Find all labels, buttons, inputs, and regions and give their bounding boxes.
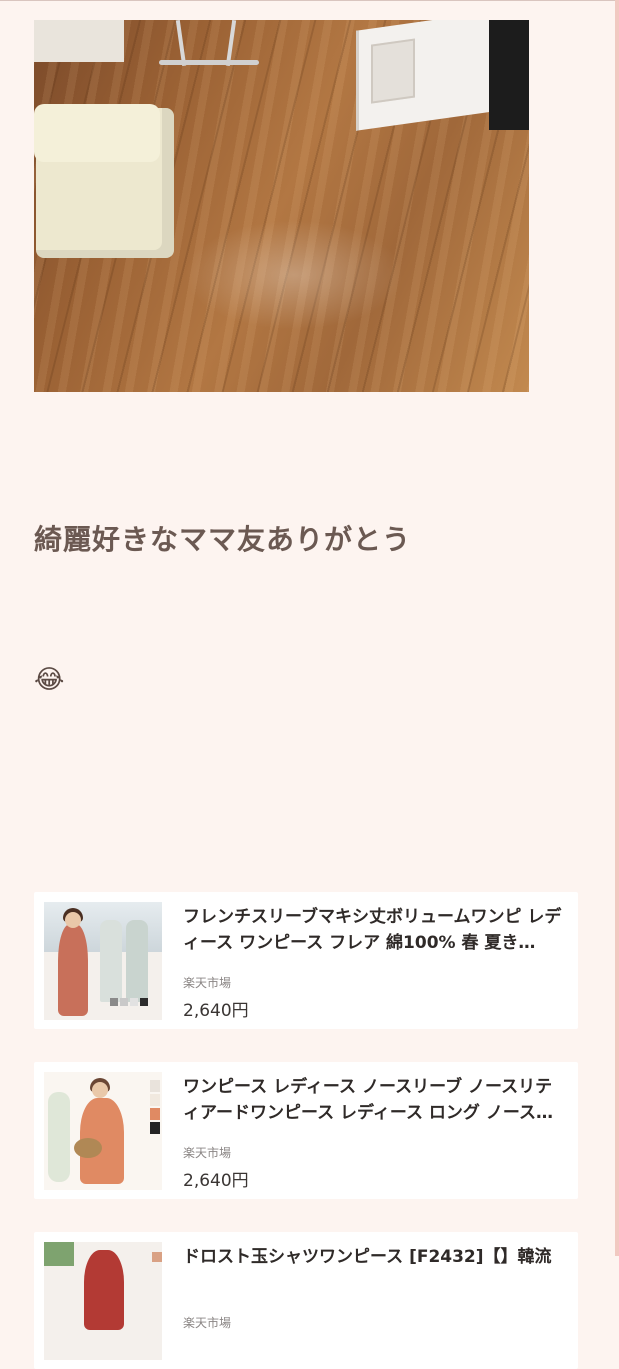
white-shelf: [356, 20, 509, 131]
dark-furniture: [489, 20, 529, 130]
drying-rack: [159, 20, 259, 68]
laughing-emoji-icon: 😂: [34, 665, 65, 695]
top-divider: [0, 0, 619, 1]
floor-photo[interactable]: [34, 20, 529, 392]
product-card[interactable]: ドロスト玉シャツワンピース [F2432]【】韓流 楽天市場: [34, 1232, 578, 1369]
storage-stool: [34, 104, 174, 258]
model-in-dress: [84, 1250, 124, 1330]
floor-shine: [184, 220, 404, 330]
product-title[interactable]: フレンチスリーブマキシ丈ボリュームワンピ レディース ワンピース フレア 綿10…: [183, 904, 563, 956]
product-title[interactable]: ワンピース レディース ノースリーブ ノースリティアードワンピース レディース …: [183, 1074, 563, 1126]
sofa-corner: [34, 20, 124, 62]
shop-name: 楽天市場: [183, 1146, 232, 1160]
product-price: 2,640円: [183, 1171, 249, 1191]
model-in-dress: [58, 924, 88, 1016]
product-thumbnail[interactable]: [44, 1242, 162, 1360]
product-price: 2,640円: [183, 1001, 249, 1021]
shop-name: 楽天市場: [183, 976, 232, 990]
post-heading: 綺麗好きなママ友ありがとう: [34, 523, 412, 556]
product-title[interactable]: ドロスト玉シャツワンピース [F2432]【】韓流: [183, 1244, 563, 1296]
shop-name: 楽天市場: [183, 1316, 232, 1330]
product-thumbnail[interactable]: [44, 1072, 162, 1190]
product-card[interactable]: ワンピース レディース ノースリーブ ノースリティアードワンピース レディース …: [34, 1062, 578, 1199]
page-edge: [615, 0, 619, 1256]
product-card[interactable]: フレンチスリーブマキシ丈ボリュームワンピ レディース ワンピース フレア 綿10…: [34, 892, 578, 1029]
product-thumbnail[interactable]: [44, 902, 162, 1020]
